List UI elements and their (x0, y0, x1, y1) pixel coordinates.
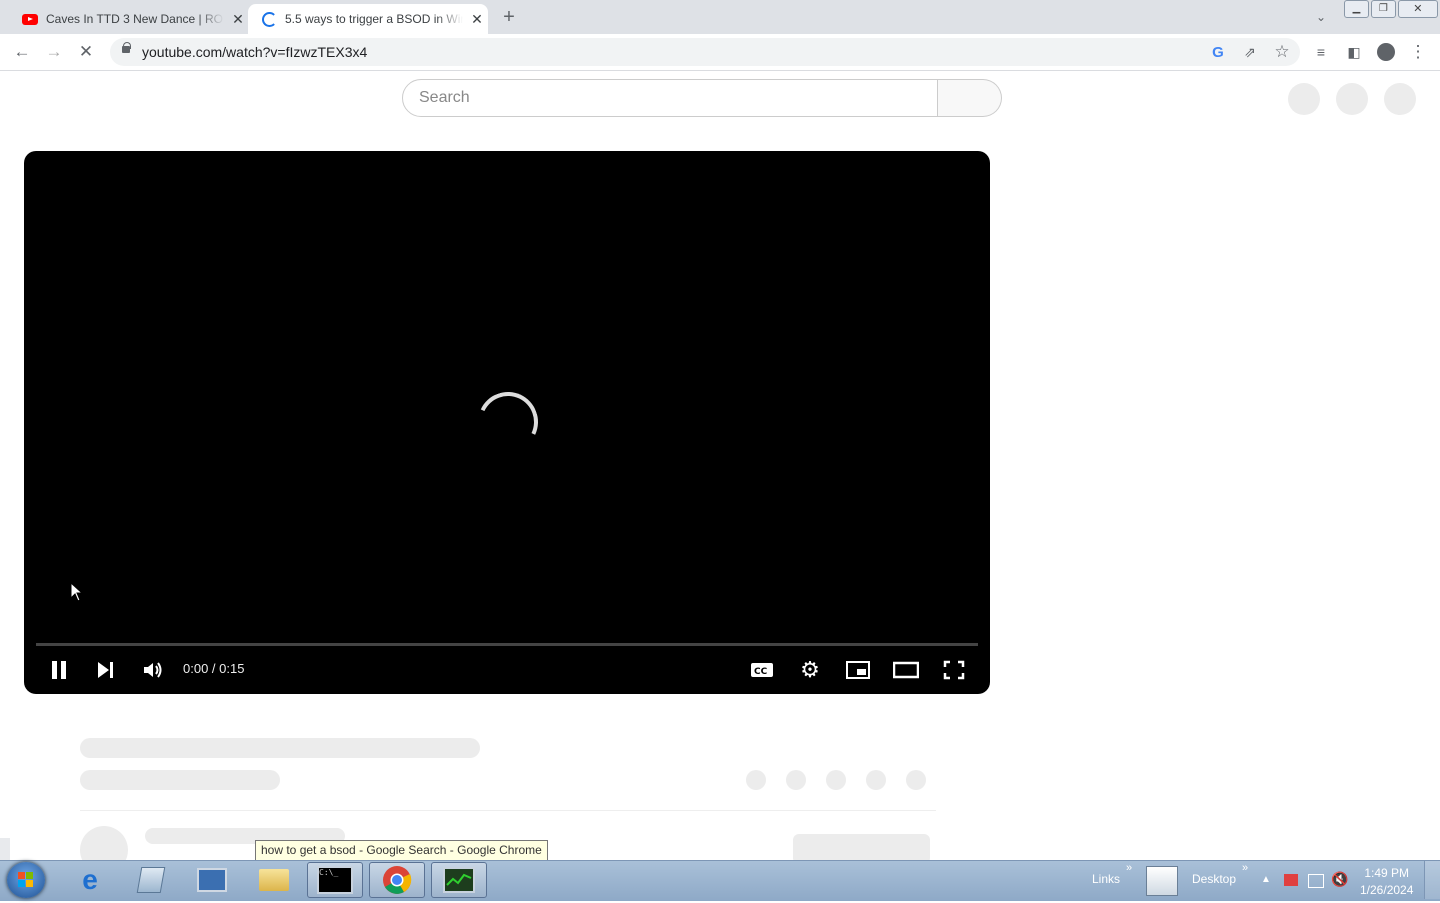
internet-explorer-icon: e (82, 864, 98, 895)
links-overflow-chevron-icon[interactable]: » (1126, 862, 1132, 874)
media-controls-icon[interactable]: ≡ (1307, 38, 1335, 66)
menu-kebab-icon[interactable]: ⋮ (1404, 38, 1432, 66)
stop-loading-icon[interactable]: ✕ (72, 38, 100, 66)
url-text[interactable]: youtube.com/watch?v=fIzwzTEX3x4 (142, 44, 367, 60)
time-display: 0:00 / 0:15 (183, 661, 245, 676)
bookmark-star-icon[interactable]: ☆ (1268, 38, 1296, 66)
clock-time: 1:49 PM (1364, 866, 1410, 880)
tab-title: 5.5 ways to trigger a BSOD in Windows (285, 12, 463, 26)
close-icon[interactable]: ✕ (230, 11, 246, 28)
forward-arrow-icon[interactable]: → (40, 38, 68, 66)
sketchpad-icon[interactable] (1146, 866, 1178, 896)
close-icon[interactable]: ✕ (469, 11, 485, 28)
theater-mode-button[interactable] (893, 659, 919, 681)
cc-icon: CC (751, 663, 773, 677)
theater-icon (893, 661, 919, 679)
miniplayer-button[interactable] (846, 659, 870, 681)
show-hidden-icons-icon[interactable]: ▲ (1261, 874, 1271, 885)
chrome-icon (383, 866, 412, 894)
placeholder-avatar-icon[interactable] (1384, 83, 1416, 115)
tab-youtube-caves[interactable]: Caves In TTD 3 New Dance | ROBLOX ✕ (8, 4, 246, 34)
share-icon[interactable]: ⇗ (1236, 38, 1264, 66)
volume-icon (144, 662, 162, 678)
fullscreen-icon (943, 660, 965, 680)
edge-placeholder (0, 838, 10, 860)
back-arrow-icon[interactable]: ← (8, 38, 36, 66)
svg-text:CC: CC (754, 667, 768, 677)
new-tab-button[interactable]: + (495, 3, 523, 31)
mouse-cursor-icon (70, 582, 84, 602)
clock-date: 1/26/2024 (1360, 883, 1414, 897)
taskbar-chrome[interactable] (369, 862, 425, 898)
command-prompt-icon: C:\_ (317, 866, 353, 894)
volume-muted-icon[interactable]: 🔇 (1331, 871, 1348, 888)
action-placeholder (866, 770, 886, 790)
divider (80, 810, 936, 811)
profile-avatar-icon[interactable] (1377, 43, 1395, 61)
youtube-icon (22, 13, 38, 25)
channel-placeholder (80, 770, 280, 790)
start-button[interactable] (7, 862, 45, 898)
minimize-button[interactable]: ▁ (1344, 0, 1369, 18)
action-center-warning-icon[interactable] (1284, 874, 1298, 886)
taskbar-task-manager[interactable] (431, 862, 487, 898)
captions-button[interactable]: CC (750, 659, 774, 681)
taskbar-explorer[interactable] (246, 862, 302, 898)
action-placeholder (746, 770, 766, 790)
window-controls: ▁ ❐ ✕ (1344, 0, 1438, 18)
windows-logo-icon (18, 872, 33, 887)
pause-button[interactable] (48, 659, 70, 681)
tab-search-chevron-icon[interactable]: ⌄ (1307, 3, 1335, 31)
settings-gear-icon[interactable]: ⚙ (798, 657, 822, 682)
desktop-toolbar-label[interactable]: Desktop (1192, 872, 1236, 886)
network-icon (197, 868, 227, 892)
notepad-icon (136, 867, 166, 893)
volume-button[interactable] (141, 659, 165, 681)
fullscreen-button[interactable] (942, 659, 966, 681)
lock-shackle (123, 42, 131, 49)
loading-spinner-icon (262, 11, 277, 27)
skip-next-icon (98, 662, 113, 678)
taskbar-notepad[interactable] (123, 862, 179, 898)
desktop-overflow-chevron-icon[interactable]: » (1242, 862, 1248, 874)
taskbar-internet-explorer[interactable]: e (62, 862, 118, 898)
side-panel-icon[interactable]: ◧ (1340, 38, 1368, 66)
google-lens-icon[interactable]: G (1204, 38, 1232, 66)
pause-icon (52, 661, 66, 679)
restore-button[interactable]: ❐ (1370, 0, 1396, 18)
taskbar-command-prompt[interactable]: C:\_ (307, 862, 363, 898)
task-manager-icon (443, 867, 475, 893)
search-input[interactable]: Search (402, 79, 938, 117)
action-placeholder (826, 770, 846, 790)
title-placeholder (80, 738, 480, 758)
progress-bar[interactable] (36, 643, 978, 646)
taskbar-network[interactable] (184, 862, 240, 898)
placeholder-create-icon[interactable] (1288, 83, 1320, 115)
placeholder-notifications-icon[interactable] (1336, 83, 1368, 115)
network-tray-icon[interactable] (1308, 874, 1324, 888)
tab-bsod-article[interactable]: 5.5 ways to trigger a BSOD in Windows ✕ (248, 4, 488, 34)
miniplayer-icon (846, 661, 870, 679)
next-button[interactable] (94, 659, 116, 681)
search-button[interactable] (938, 79, 1002, 117)
close-window-button[interactable]: ✕ (1397, 0, 1438, 18)
system-clock[interactable]: 1:49 PM 1/26/2024 (1360, 865, 1413, 899)
links-toolbar-label[interactable]: Links (1092, 872, 1120, 886)
tab-title: Caves In TTD 3 New Dance | ROBLOX (46, 12, 224, 26)
action-placeholder (906, 770, 926, 790)
taskbar-tooltip: how to get a bsod - Google Search - Goog… (255, 840, 548, 861)
show-desktop-button[interactable] (1424, 861, 1440, 899)
action-placeholder (786, 770, 806, 790)
folder-icon (259, 869, 289, 891)
